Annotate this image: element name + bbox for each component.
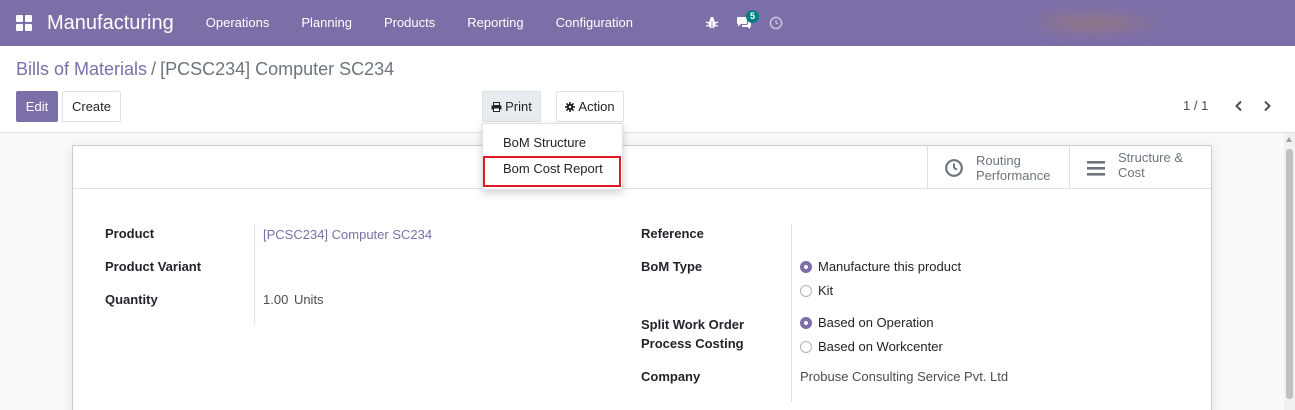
product-field-link[interactable]: [PCSC234] Computer SC234 (263, 227, 432, 242)
systray: 5 (700, 0, 796, 46)
routing-label-line1: Routing (976, 152, 1021, 168)
split-based-on-operation-radio[interactable]: Based on Operation (800, 315, 934, 330)
action-button[interactable]: Action (556, 91, 624, 122)
control-panel: Bills of Materials / [PCSC234] Computer … (0, 46, 1295, 133)
split-based-on-workcenter-radio[interactable]: Based on Workcenter (800, 339, 943, 354)
chat-icon[interactable]: 5 (732, 0, 760, 46)
clock-icon[interactable] (764, 0, 788, 46)
form-view-background: Routing Performance Structure & Cost Pro… (0, 133, 1284, 410)
structure-label-line2: Cost (1118, 164, 1145, 180)
print-button[interactable]: Print (482, 91, 541, 122)
radio-unchecked-icon (800, 284, 812, 297)
bom-type-manufacture-radio[interactable]: Manufacture this product (800, 259, 961, 274)
scrollbar-thumb[interactable] (1286, 149, 1293, 399)
bom-type-label: BoM Type (641, 259, 703, 274)
menu-operations[interactable]: Operations (190, 0, 286, 46)
breadcrumb: Bills of Materials / [PCSC234] Computer … (16, 59, 394, 80)
messages-badge: 5 (746, 10, 760, 23)
edit-button[interactable]: Edit (16, 91, 58, 122)
reference-field[interactable] (800, 227, 1180, 243)
right-group-divider (791, 224, 792, 402)
breadcrumb-current: [PCSC234] Computer SC234 (160, 59, 395, 79)
split-workcenter-label: Based on Workcenter (818, 339, 943, 354)
dropdown-item-bom-structure[interactable]: BoM Structure (483, 130, 622, 156)
radio-unchecked-icon (800, 340, 812, 353)
print-label: Print (505, 99, 532, 114)
top-navbar: Manufacturing Operations Planning Produc… (0, 0, 1295, 46)
breadcrumb-separator: / (151, 59, 157, 79)
quantity-uom: Units (293, 292, 324, 307)
quantity-label: Quantity (105, 292, 158, 307)
routing-performance-button[interactable]: Routing Performance (927, 146, 1069, 189)
apps-menu-icon[interactable] (0, 0, 48, 46)
company-field[interactable]: Probuse Consulting Service Pvt. Ltd (800, 369, 1008, 384)
pager-value[interactable]: 1 / 1 (1183, 98, 1208, 113)
clock-icon (944, 158, 964, 178)
split-operation-label: Based on Operation (818, 315, 934, 330)
product-label: Product (105, 226, 155, 241)
quantity-field[interactable]: 1.00 Units (263, 292, 324, 307)
menu-reporting[interactable]: Reporting (451, 0, 539, 46)
reference-label: Reference (641, 226, 704, 241)
split-label-line1: Split Work Order (641, 317, 745, 332)
chevron-right-icon (1264, 100, 1271, 112)
bom-type-kit-radio[interactable]: Kit (800, 283, 833, 298)
routing-label-line2: Performance (976, 167, 1051, 183)
bom-type-kit-label: Kit (818, 283, 834, 298)
radio-checked-icon (800, 260, 812, 273)
bug-icon[interactable] (700, 0, 724, 46)
menu-planning[interactable]: Planning (285, 0, 368, 46)
smart-button-box: Routing Performance Structure & Cost (73, 146, 1211, 189)
vertical-scrollbar[interactable] (1284, 133, 1295, 410)
quantity-value: 1.00 (263, 292, 289, 307)
chevron-left-icon (1235, 100, 1242, 112)
radio-checked-icon (800, 316, 812, 329)
print-dropdown-menu: BoM Structure Bom Cost Report (482, 123, 623, 190)
breadcrumb-parent-link[interactable]: Bills of Materials (16, 59, 147, 80)
action-label: Action (578, 99, 615, 114)
app-title[interactable]: Manufacturing (47, 12, 174, 35)
form-sheet: Routing Performance Structure & Cost Pro… (72, 145, 1212, 410)
company-label: Company (641, 369, 701, 384)
print-icon (491, 101, 502, 112)
pager-next-button[interactable] (1257, 96, 1277, 116)
gear-icon (565, 101, 576, 112)
scroll-up-arrow-icon[interactable] (1286, 137, 1292, 142)
product-variant-label: Product Variant (105, 259, 202, 274)
left-group-divider (254, 224, 255, 324)
pager-previous-button[interactable] (1229, 96, 1249, 116)
user-menu-avatar[interactable] (1040, 7, 1170, 39)
bom-type-manufacture-label: Manufacture this product (818, 259, 962, 274)
structure-label-line1: Structure & (1118, 149, 1184, 165)
menu-configuration[interactable]: Configuration (540, 0, 649, 46)
list-bars-icon (1086, 159, 1106, 177)
menu-products[interactable]: Products (368, 0, 451, 46)
structure-cost-button[interactable]: Structure & Cost (1069, 146, 1211, 189)
dropdown-item-bom-cost-report[interactable]: Bom Cost Report (483, 156, 622, 182)
create-button[interactable]: Create (62, 91, 121, 122)
split-work-order-label: Split Work Order Process Costing (641, 315, 744, 353)
split-label-line2: Process Costing (641, 336, 744, 351)
